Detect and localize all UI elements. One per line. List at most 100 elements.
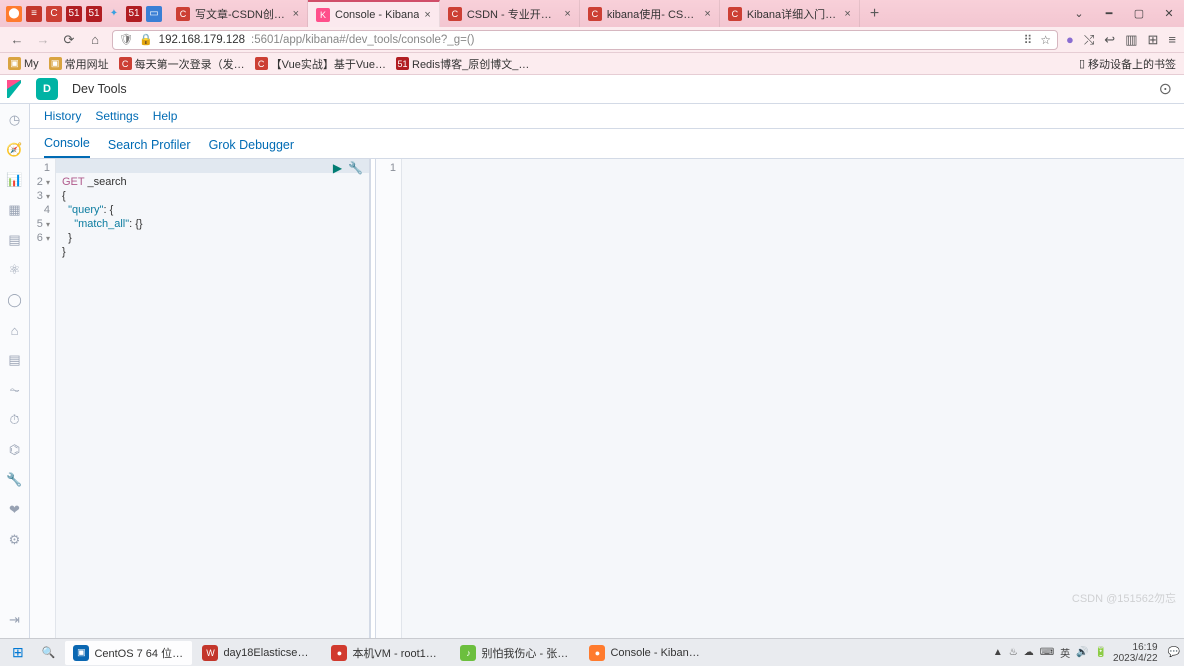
- sidebar-monitoring-icon[interactable]: ❤: [5, 500, 25, 520]
- sidebar-apm-icon[interactable]: ⏦: [5, 380, 25, 400]
- request-options-icon[interactable]: 🔧: [348, 161, 363, 175]
- history-link[interactable]: History: [44, 109, 81, 123]
- taskbar-item[interactable]: ▣CentOS 7 64 位 (2…: [65, 641, 192, 665]
- close-icon[interactable]: ×: [564, 8, 570, 20]
- titlebar-icon[interactable]: C: [46, 6, 62, 22]
- sidebar-visualize-icon[interactable]: 📊: [5, 170, 25, 190]
- search-icon: 🔍: [42, 646, 56, 659]
- browser-tab-active[interactable]: K Console - Kibana ×: [308, 0, 440, 27]
- sidebar-canvas-icon[interactable]: ▤: [5, 230, 25, 250]
- bookmark-item[interactable]: C每天第一次登录（发…: [119, 56, 245, 72]
- taskbar-item[interactable]: Wday18Elasticsearc…: [194, 641, 321, 665]
- close-icon[interactable]: ×: [844, 8, 850, 20]
- back-icon[interactable]: ←: [8, 31, 26, 49]
- address-bar[interactable]: 🛡 🔒 192.168.179.128:5601/app/kibana#/dev…: [112, 30, 1058, 50]
- sidebar-expand-icon[interactable]: ⇥: [5, 610, 25, 630]
- favicon-icon: K: [316, 8, 330, 22]
- taskbar-label: Console - Kibana…: [610, 647, 700, 659]
- extensions-icon[interactable]: ⊞: [1148, 32, 1159, 48]
- response-gutter: 1: [376, 159, 402, 638]
- sidebar-maps-icon[interactable]: ⚛: [5, 260, 25, 280]
- refresh-ext-icon[interactable]: ⤭: [1084, 32, 1094, 48]
- search-button[interactable]: 🔍: [34, 641, 64, 665]
- shield-icon[interactable]: 🛡: [119, 33, 133, 46]
- taskbar-item[interactable]: ●本机VM - root123…: [323, 641, 450, 665]
- undo-icon[interactable]: ↩: [1104, 32, 1115, 48]
- new-tab-button[interactable]: +: [860, 5, 889, 23]
- devtools-subnav: History Settings Help: [30, 104, 1184, 129]
- profile-icon[interactable]: ●: [1066, 32, 1074, 47]
- titlebar-icon[interactable]: 51: [86, 6, 102, 22]
- request-pane[interactable]: 1 2 ▾ 3 ▾ 4 5 ▾ 6 ▾ GET _search { "query…: [30, 159, 370, 638]
- response-pane[interactable]: 1: [376, 159, 1184, 638]
- taskbar-item[interactable]: ♪别怕我伤心 - 张信…: [452, 641, 579, 665]
- titlebar-icon[interactable]: 51: [126, 6, 142, 22]
- sidebar-devtools-icon[interactable]: 🔧: [5, 470, 25, 490]
- favicon-icon: C: [728, 7, 742, 21]
- tabs-dropdown-icon[interactable]: ⌄: [1064, 0, 1094, 27]
- tray-ime[interactable]: 英: [1060, 645, 1070, 660]
- app-icon: ▣: [73, 645, 89, 661]
- tray-icon[interactable]: ⌨: [1040, 647, 1054, 658]
- sidebar-recent-icon[interactable]: ◷: [5, 110, 25, 130]
- mobile-bookmarks[interactable]: ▯移动设备上的书签: [1079, 56, 1176, 72]
- sidebar-ml-icon[interactable]: ◯: [5, 290, 25, 310]
- bookmark-item[interactable]: ▣My: [8, 57, 39, 70]
- kibana-logo-icon[interactable]: [0, 75, 30, 104]
- taskbar-item[interactable]: ●Console - Kibana…: [581, 641, 708, 665]
- maximize-icon[interactable]: ▢: [1124, 0, 1154, 27]
- browser-tab[interactable]: C CSDN - 专业开发者社区 ×: [440, 0, 580, 27]
- sidebar-discover-icon[interactable]: 🧭: [5, 140, 25, 160]
- app-title: Dev Tools: [64, 82, 127, 96]
- bookmark-star-icon[interactable]: ☆: [1040, 33, 1051, 47]
- bookmark-item[interactable]: ▣常用网址: [49, 56, 109, 72]
- browser-tab[interactable]: C Kibana详细入门教程_yygr的博… ×: [720, 0, 860, 27]
- sidebar-uptime-icon[interactable]: ⏱: [5, 410, 25, 430]
- tray-icon[interactable]: ♨: [1009, 647, 1018, 658]
- tray-icon[interactable]: ▲: [993, 647, 1003, 658]
- sidebar-siem-icon[interactable]: ⌬: [5, 440, 25, 460]
- close-window-icon[interactable]: ✕: [1154, 0, 1184, 27]
- library-icon[interactable]: ▥: [1125, 32, 1137, 48]
- response-code[interactable]: [402, 159, 1184, 638]
- app-body: ◷ 🧭 📊 ▦ ▤ ⚛ ◯ ⌂ ▤ ⏦ ⏱ ⌬ 🔧 ❤ ⚙ ⇥ History …: [0, 104, 1184, 638]
- translate-icon[interactable]: ⠿: [1023, 33, 1032, 47]
- titlebar-icon[interactable]: ≡: [26, 6, 42, 22]
- run-request-icon[interactable]: ▶: [333, 161, 342, 175]
- taskbar-clock[interactable]: 16:19 2023/4/22: [1113, 642, 1162, 664]
- lock-icon[interactable]: 🔒: [139, 33, 153, 46]
- menu-icon[interactable]: ≡: [1168, 32, 1176, 47]
- browser-tab[interactable]: C kibana使用- CSDN搜索 ×: [580, 0, 720, 27]
- bookmark-item[interactable]: C【Vue实战】基于Vue…: [255, 56, 386, 72]
- tab-grok-debugger[interactable]: Grok Debugger: [209, 138, 294, 158]
- titlebar-icon[interactable]: ▭: [146, 6, 162, 22]
- sidebar-management-icon[interactable]: ⚙: [5, 530, 25, 550]
- sidebar-infra-icon[interactable]: ⌂: [5, 320, 25, 340]
- close-icon[interactable]: ×: [424, 9, 430, 21]
- request-code[interactable]: GET _search { "query": { "match_all": {}…: [56, 159, 369, 638]
- minimize-icon[interactable]: ━: [1094, 0, 1124, 27]
- tab-label: Console - Kibana: [335, 9, 419, 21]
- browser-tab[interactable]: C 写文章-CSDN创作中心 ×: [168, 0, 308, 27]
- space-selector[interactable]: D: [36, 78, 58, 100]
- forward-icon[interactable]: →: [34, 31, 52, 49]
- help-icon[interactable]: ⊙: [1147, 79, 1184, 99]
- tray-icon[interactable]: ☁: [1024, 647, 1034, 658]
- sidebar-logs-icon[interactable]: ▤: [5, 350, 25, 370]
- notifications-icon[interactable]: 💬: [1168, 647, 1180, 658]
- home-icon[interactable]: ⌂: [86, 31, 104, 49]
- bookmark-item[interactable]: 51Redis博客_原创博文_…: [396, 56, 529, 72]
- tray-icon[interactable]: 🔋: [1095, 647, 1107, 658]
- reload-icon[interactable]: ⟳: [60, 31, 78, 49]
- close-icon[interactable]: ×: [293, 8, 299, 20]
- tab-console[interactable]: Console: [44, 136, 90, 158]
- tab-search-profiler[interactable]: Search Profiler: [108, 138, 191, 158]
- tray-icon[interactable]: 🔊: [1076, 647, 1088, 658]
- sidebar-dashboard-icon[interactable]: ▦: [5, 200, 25, 220]
- start-button[interactable]: ⊞: [4, 641, 32, 665]
- titlebar-icon[interactable]: ✦: [106, 6, 122, 22]
- titlebar-icon[interactable]: 51: [66, 6, 82, 22]
- close-icon[interactable]: ×: [704, 8, 710, 20]
- settings-link[interactable]: Settings: [95, 109, 138, 123]
- help-link[interactable]: Help: [153, 109, 178, 123]
